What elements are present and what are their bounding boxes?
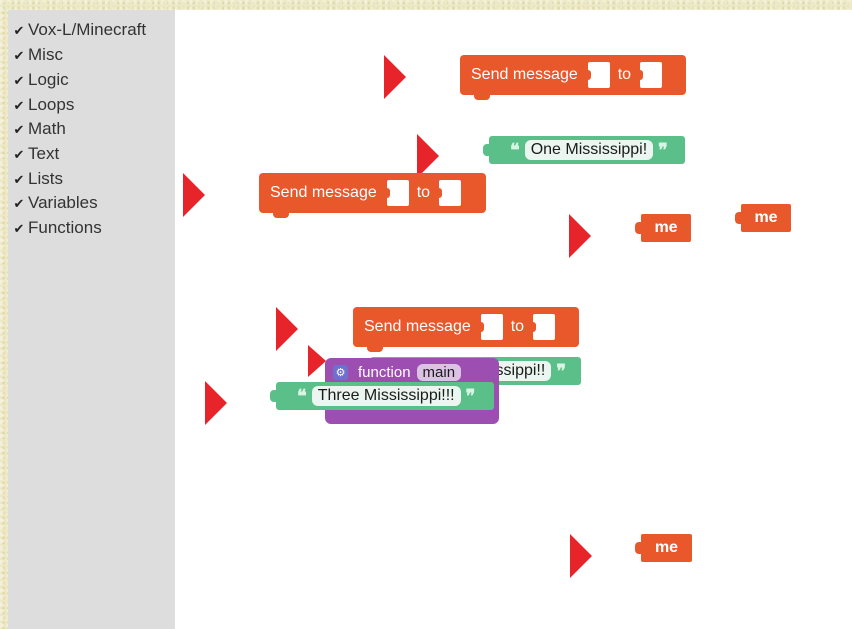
category-label: Functions	[28, 218, 102, 237]
send-message-label: Send message	[471, 66, 578, 83]
me-label: me	[754, 209, 778, 226]
close-quote-icon: ❞	[465, 385, 476, 406]
check-icon: ✔	[13, 23, 25, 38]
block-notch	[367, 346, 383, 352]
check-icon: ✔	[13, 221, 25, 236]
arrow-marker	[308, 345, 326, 377]
target-socket[interactable]	[436, 180, 462, 206]
category-vox-l-minecraft[interactable]: ✔ Vox-L/Minecraft	[10, 19, 147, 41]
send-message-block[interactable]: Send message to	[259, 173, 486, 218]
arrow-marker	[417, 134, 439, 178]
message-socket[interactable]	[477, 314, 503, 340]
block-notch	[474, 94, 490, 100]
arrow-marker	[384, 55, 406, 99]
category-label: Lists	[28, 169, 63, 188]
me-block[interactable]: me	[635, 214, 691, 242]
close-quote-icon: ❞	[658, 139, 668, 160]
block-tab	[735, 212, 743, 224]
text-block[interactable]: ❝ Three Mississippi!!! ❞	[270, 382, 494, 410]
arrow-marker	[570, 534, 592, 578]
to-label: to	[416, 184, 431, 201]
check-icon: ✔	[13, 73, 25, 88]
text-field[interactable]: Three Mississippi!!!	[311, 386, 461, 406]
toolbox: ✔ Vox-L/Minecraft ✔ Misc ✔ Logic ✔ Loops ✔ Ma…	[8, 10, 175, 629]
to-label: to	[510, 318, 525, 335]
gear-icon[interactable]: ⚙	[333, 365, 348, 380]
me-block[interactable]: me	[735, 204, 791, 232]
check-icon: ✔	[13, 172, 25, 187]
check-icon: ✔	[13, 48, 25, 63]
open-quote-icon: ❝	[510, 139, 520, 160]
text-field[interactable]: One Mississippi!	[524, 140, 654, 160]
function-name-field[interactable]: main	[416, 364, 462, 381]
check-icon: ✔	[13, 98, 25, 113]
block-tab	[483, 144, 491, 156]
category-functions[interactable]: ✔ Functions	[10, 217, 102, 239]
category-text[interactable]: ✔ Text	[10, 143, 60, 165]
close-quote-icon: ❞	[556, 360, 566, 381]
check-icon: ✔	[13, 122, 25, 137]
me-label: me	[654, 219, 678, 236]
check-icon: ✔	[13, 196, 25, 211]
category-math[interactable]: ✔ Math	[10, 118, 66, 140]
check-icon: ✔	[13, 147, 25, 162]
category-label: Text	[28, 144, 60, 163]
text-block[interactable]: ❝ One Mississippi! ❞	[483, 136, 685, 164]
arrow-marker	[569, 214, 591, 258]
category-loops[interactable]: ✔ Loops	[10, 94, 75, 116]
category-label: Misc	[28, 45, 63, 64]
category-label: Logic	[28, 70, 69, 89]
target-socket[interactable]	[530, 314, 556, 340]
send-message-label: Send message	[364, 318, 471, 335]
category-label: Variables	[28, 193, 98, 212]
category-variables[interactable]: ✔ Variables	[10, 192, 98, 214]
block-tab	[270, 390, 278, 402]
block-notch	[273, 212, 289, 218]
to-label: to	[617, 66, 632, 83]
arrow-marker	[183, 173, 205, 217]
category-label: Math	[28, 119, 66, 138]
block-tab	[635, 542, 643, 554]
me-label: me	[654, 539, 679, 556]
category-label: Loops	[28, 95, 75, 114]
category-label: Vox-L/Minecraft	[28, 20, 147, 39]
send-message-label: Send message	[270, 184, 377, 201]
category-misc[interactable]: ✔ Misc	[10, 44, 63, 66]
me-block[interactable]: me	[635, 534, 692, 562]
send-message-block[interactable]: Send message to	[353, 307, 579, 352]
message-socket[interactable]	[383, 180, 409, 206]
category-lists[interactable]: ✔ Lists	[10, 168, 63, 190]
function-label: function	[358, 364, 411, 381]
open-quote-icon: ❝	[297, 385, 307, 406]
category-logic[interactable]: ✔ Logic	[10, 69, 69, 91]
function-header: ⚙ function main	[333, 364, 462, 381]
arrow-marker	[276, 307, 298, 351]
arrow-marker	[205, 381, 227, 425]
target-socket[interactable]	[637, 62, 663, 88]
send-message-block[interactable]: Send message to	[460, 55, 686, 100]
message-socket[interactable]	[584, 62, 610, 88]
block-tab	[635, 222, 643, 234]
